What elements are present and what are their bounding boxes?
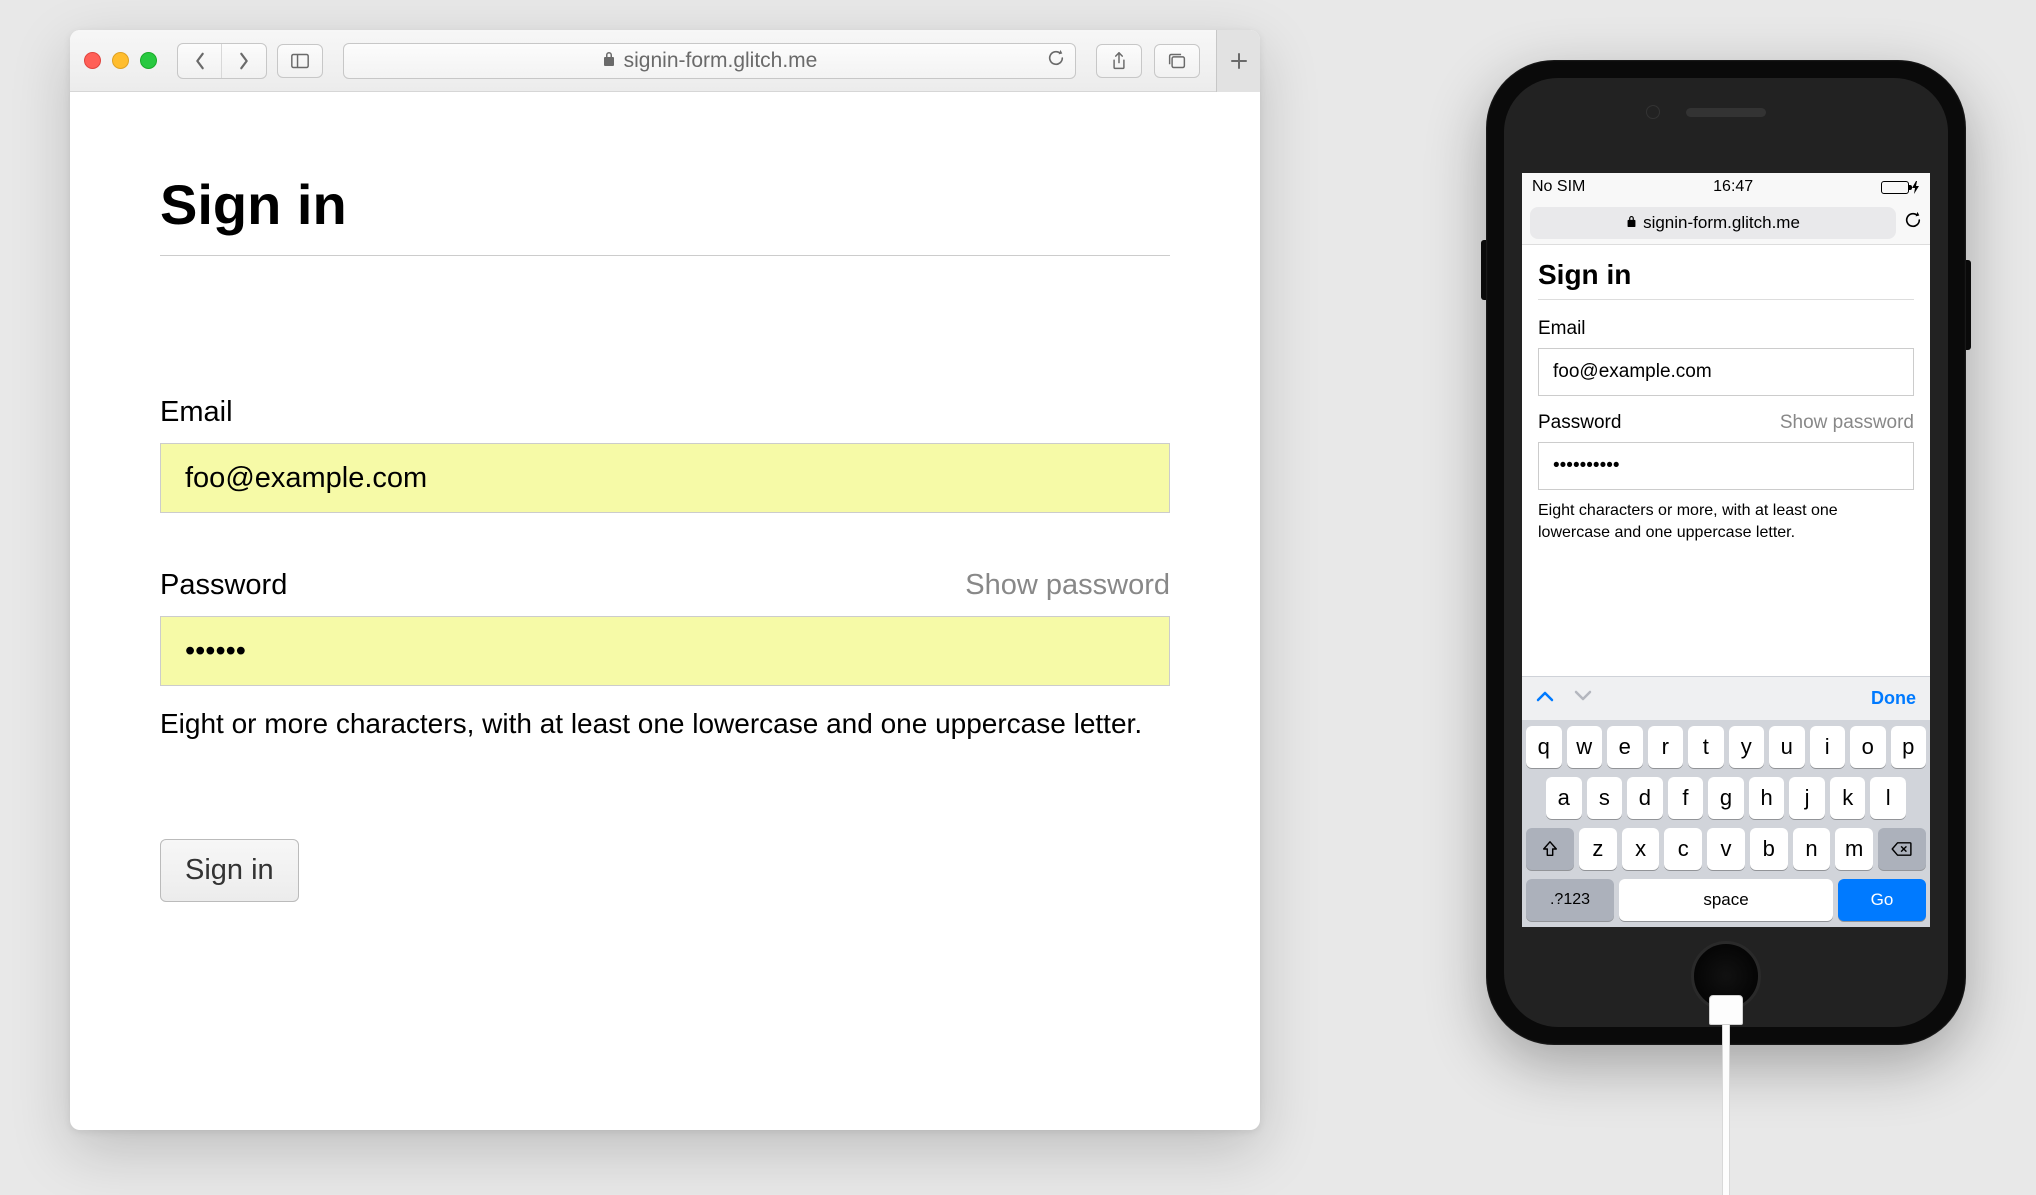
share-button[interactable]: [1096, 44, 1142, 78]
key-g[interactable]: g: [1708, 777, 1744, 819]
key-x[interactable]: x: [1622, 828, 1660, 870]
backspace-key[interactable]: [1878, 828, 1926, 870]
email-label: Email: [160, 396, 233, 429]
key-e[interactable]: e: [1607, 726, 1643, 768]
key-l[interactable]: l: [1870, 777, 1906, 819]
safari-toolbar: signin-form.glitch.me: [70, 30, 1260, 92]
ios-keyboard: qwertyuiop asdfghjkl zxcvbnm .?123 space…: [1522, 720, 1930, 927]
reload-button[interactable]: [1904, 210, 1922, 235]
password-field[interactable]: [160, 616, 1170, 686]
earpiece: [1686, 108, 1766, 117]
key-z[interactable]: z: [1579, 828, 1617, 870]
password-group: Password Show password Eight characters …: [1538, 412, 1914, 543]
reload-button[interactable]: [1047, 48, 1065, 74]
key-j[interactable]: j: [1789, 777, 1825, 819]
key-y[interactable]: y: [1729, 726, 1765, 768]
key-s[interactable]: s: [1587, 777, 1623, 819]
safari-window: signin-form.glitch.me Sign in Email: [70, 30, 1260, 1130]
page-title: Sign in: [160, 172, 1170, 256]
password-hint: Eight or more characters, with at least …: [160, 704, 1170, 743]
email-label: Email: [1538, 318, 1586, 340]
space-key[interactable]: space: [1619, 879, 1833, 921]
key-t[interactable]: t: [1688, 726, 1724, 768]
iphone-screen: No SIM 16:47 signin-form.glitch.me: [1522, 173, 1930, 927]
numbers-key[interactable]: .?123: [1526, 879, 1614, 921]
forward-button[interactable]: [222, 44, 266, 78]
charging-icon: [1912, 181, 1920, 194]
carrier-text: No SIM: [1532, 178, 1585, 196]
status-time: 16:47: [1713, 178, 1753, 196]
next-field-button[interactable]: [1574, 689, 1592, 708]
address-bar[interactable]: signin-form.glitch.me: [343, 43, 1076, 79]
keyboard-row-1: qwertyuiop: [1526, 726, 1926, 768]
ios-url-bar: signin-form.glitch.me: [1522, 201, 1930, 245]
email-field[interactable]: [160, 443, 1170, 513]
key-o[interactable]: o: [1850, 726, 1886, 768]
keyboard-row-2: asdfghjkl: [1526, 777, 1926, 819]
keyboard-accessory-bar: Done: [1522, 676, 1930, 720]
ios-url-text: signin-form.glitch.me: [1643, 213, 1800, 233]
tabs-button[interactable]: [1154, 44, 1200, 78]
key-u[interactable]: u: [1769, 726, 1805, 768]
ios-page-content: Sign in Email Password Show password Eig…: [1522, 245, 1930, 676]
keyboard-row-3: zxcvbnm: [1526, 828, 1926, 870]
email-field[interactable]: [1538, 348, 1914, 396]
iphone-device: No SIM 16:47 signin-form.glitch.me: [1486, 60, 1966, 1045]
ios-address-bar[interactable]: signin-form.glitch.me: [1530, 207, 1896, 239]
lock-icon: [602, 49, 616, 73]
password-field[interactable]: [1538, 442, 1914, 490]
page-content: Sign in Email Password Show password Eig…: [70, 92, 1260, 942]
page-title: Sign in: [1538, 259, 1914, 300]
signin-button[interactable]: Sign in: [160, 839, 299, 902]
email-group: Email: [1538, 318, 1914, 396]
key-i[interactable]: i: [1810, 726, 1846, 768]
go-key[interactable]: Go: [1838, 879, 1926, 921]
sidebar-button[interactable]: [277, 44, 323, 78]
fullscreen-window-button[interactable]: [140, 52, 157, 69]
key-k[interactable]: k: [1830, 777, 1866, 819]
battery-indicator: [1881, 181, 1920, 194]
key-b[interactable]: b: [1750, 828, 1788, 870]
key-p[interactable]: p: [1891, 726, 1927, 768]
nav-back-forward: [177, 43, 267, 79]
key-a[interactable]: a: [1546, 777, 1582, 819]
minimize-window-button[interactable]: [112, 52, 129, 69]
lock-icon: [1626, 213, 1637, 233]
show-password-toggle[interactable]: Show password: [965, 569, 1170, 602]
show-password-toggle[interactable]: Show password: [1780, 412, 1914, 434]
password-label: Password: [160, 569, 287, 602]
front-camera: [1646, 105, 1660, 119]
toolbar-right: [1096, 44, 1200, 78]
key-c[interactable]: c: [1664, 828, 1702, 870]
email-group: Email: [160, 396, 1170, 513]
key-h[interactable]: h: [1749, 777, 1785, 819]
key-q[interactable]: q: [1526, 726, 1562, 768]
close-window-button[interactable]: [84, 52, 101, 69]
key-m[interactable]: m: [1835, 828, 1873, 870]
prev-field-button[interactable]: [1536, 689, 1554, 708]
back-button[interactable]: [178, 44, 222, 78]
ios-status-bar: No SIM 16:47: [1522, 173, 1930, 201]
key-r[interactable]: r: [1648, 726, 1684, 768]
lightning-cable: [1709, 995, 1743, 1195]
shift-key[interactable]: [1526, 828, 1574, 870]
password-label: Password: [1538, 412, 1621, 434]
password-hint: Eight characters or more, with at least …: [1538, 500, 1914, 543]
key-w[interactable]: w: [1567, 726, 1603, 768]
password-group: Password Show password Eight or more cha…: [160, 569, 1170, 743]
window-controls: [84, 52, 157, 69]
key-n[interactable]: n: [1793, 828, 1831, 870]
new-tab-button[interactable]: [1216, 30, 1260, 92]
key-d[interactable]: d: [1627, 777, 1663, 819]
url-text: signin-form.glitch.me: [624, 49, 818, 73]
key-v[interactable]: v: [1707, 828, 1745, 870]
key-f[interactable]: f: [1668, 777, 1704, 819]
keyboard-done-button[interactable]: Done: [1871, 688, 1916, 709]
